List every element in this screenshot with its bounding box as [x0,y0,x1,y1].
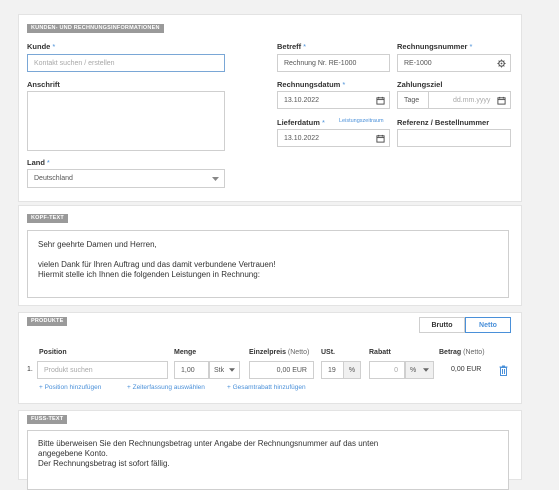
unit-select[interactable]: Stk [209,361,240,379]
footer-text-body: Bitte überweisen Sie den Rechnungsbetrag… [38,439,379,468]
footer-text-section: FUSS-TEXT Bitte überweisen Sie den Rechn… [18,410,522,490]
products-section: PRODUKTE Brutto Netto Position Menge Ein… [18,312,522,404]
calendar-icon[interactable] [496,95,506,105]
reference-input[interactable] [397,129,511,147]
calendar-icon[interactable] [375,95,385,105]
vat-input[interactable]: 19 [321,361,344,379]
customer-search-input[interactable]: Kontakt suchen / erstellen [27,54,225,72]
col-position: Position [39,349,67,356]
invoice-date-input[interactable]: 13.10.2022 [277,91,390,109]
product-search-input[interactable]: Produkt suchen [37,361,168,379]
add-total-discount-link[interactable]: + Gesamtrabatt hinzufügen [227,384,306,391]
col-unit-price: Einzelpreis (Netto) [249,349,310,356]
delivery-date-input[interactable]: 13.10.2022 [277,129,390,147]
col-vat: USt. [321,349,335,356]
brutto-toggle[interactable]: Brutto [419,317,465,333]
row-amount: 0,00 EUR [451,366,482,373]
chevron-down-icon [227,365,237,375]
payment-term-days-input[interactable]: Tage [397,91,429,109]
customer-invoice-section: KUNDEN- UND RECHNUNGSINFORMATIONEN Kunde… [18,14,522,202]
col-discount: Rabatt [369,349,391,356]
row-index: 1. [27,366,33,373]
chevron-down-icon [421,365,431,375]
country-label: Land * [27,158,50,167]
subject-label: Betreff * [277,42,307,51]
quantity-input[interactable]: 1,00 [174,361,209,379]
invoice-number-input[interactable]: RE-1000 [397,54,511,72]
address-label: Anschrift [27,80,60,89]
header-text-body: Sehr geehrte Damen und Herren, vielen Da… [38,240,276,279]
address-textarea[interactable] [27,91,225,151]
delivery-date-label: Lieferdatum * [277,118,325,127]
add-time-tracking-link[interactable]: + Zeiterfassung auswählen [127,384,205,391]
discount-input[interactable]: 0 [369,361,405,379]
trash-icon[interactable] [499,365,509,377]
invoice-date-label: Rechnungsdatum * [277,80,346,89]
add-position-link[interactable]: + Position hinzufügen [39,384,101,391]
header-text-editor[interactable]: Sehr geehrte Damen und Herren, vielen Da… [27,230,509,298]
invoice-number-label: Rechnungsnummer * [397,42,473,51]
gear-icon[interactable] [496,58,506,68]
section-label-header-text: KOPF-TEXT [27,214,68,223]
service-period-link[interactable]: Leistungszeitraum [339,118,384,124]
col-quantity: Menge [174,349,197,356]
customer-label: Kunde * [27,42,56,51]
section-label-products: PRODUKTE [27,317,68,326]
calendar-icon[interactable] [375,133,385,143]
header-text-section: KOPF-TEXT Sehr geehrte Damen und Herren,… [18,205,522,306]
footer-text-editor[interactable]: Bitte überweisen Sie den Rechnungsbetrag… [27,430,509,490]
unit-price-input[interactable]: 0,00 EUR [249,361,314,379]
country-select[interactable]: Deutschland [27,169,225,188]
netto-toggle[interactable]: Netto [465,317,511,333]
vat-unit: % [343,361,361,379]
payment-term-label: Zahlungsziel [397,80,443,89]
subject-input[interactable]: Rechnung Nr. RE-1000 [277,54,390,72]
payment-term-date-input[interactable]: dd.mm.yyyy [428,91,511,109]
col-amount: Betrag (Netto) [439,349,485,356]
section-label-footer-text: FUSS-TEXT [27,415,68,424]
section-label-customer: KUNDEN- UND RECHNUNGSINFORMATIONEN [27,24,164,33]
reference-label: Referenz / Bestellnummer [397,118,490,127]
discount-unit-select[interactable]: % [405,361,434,379]
chevron-down-icon [210,174,220,184]
